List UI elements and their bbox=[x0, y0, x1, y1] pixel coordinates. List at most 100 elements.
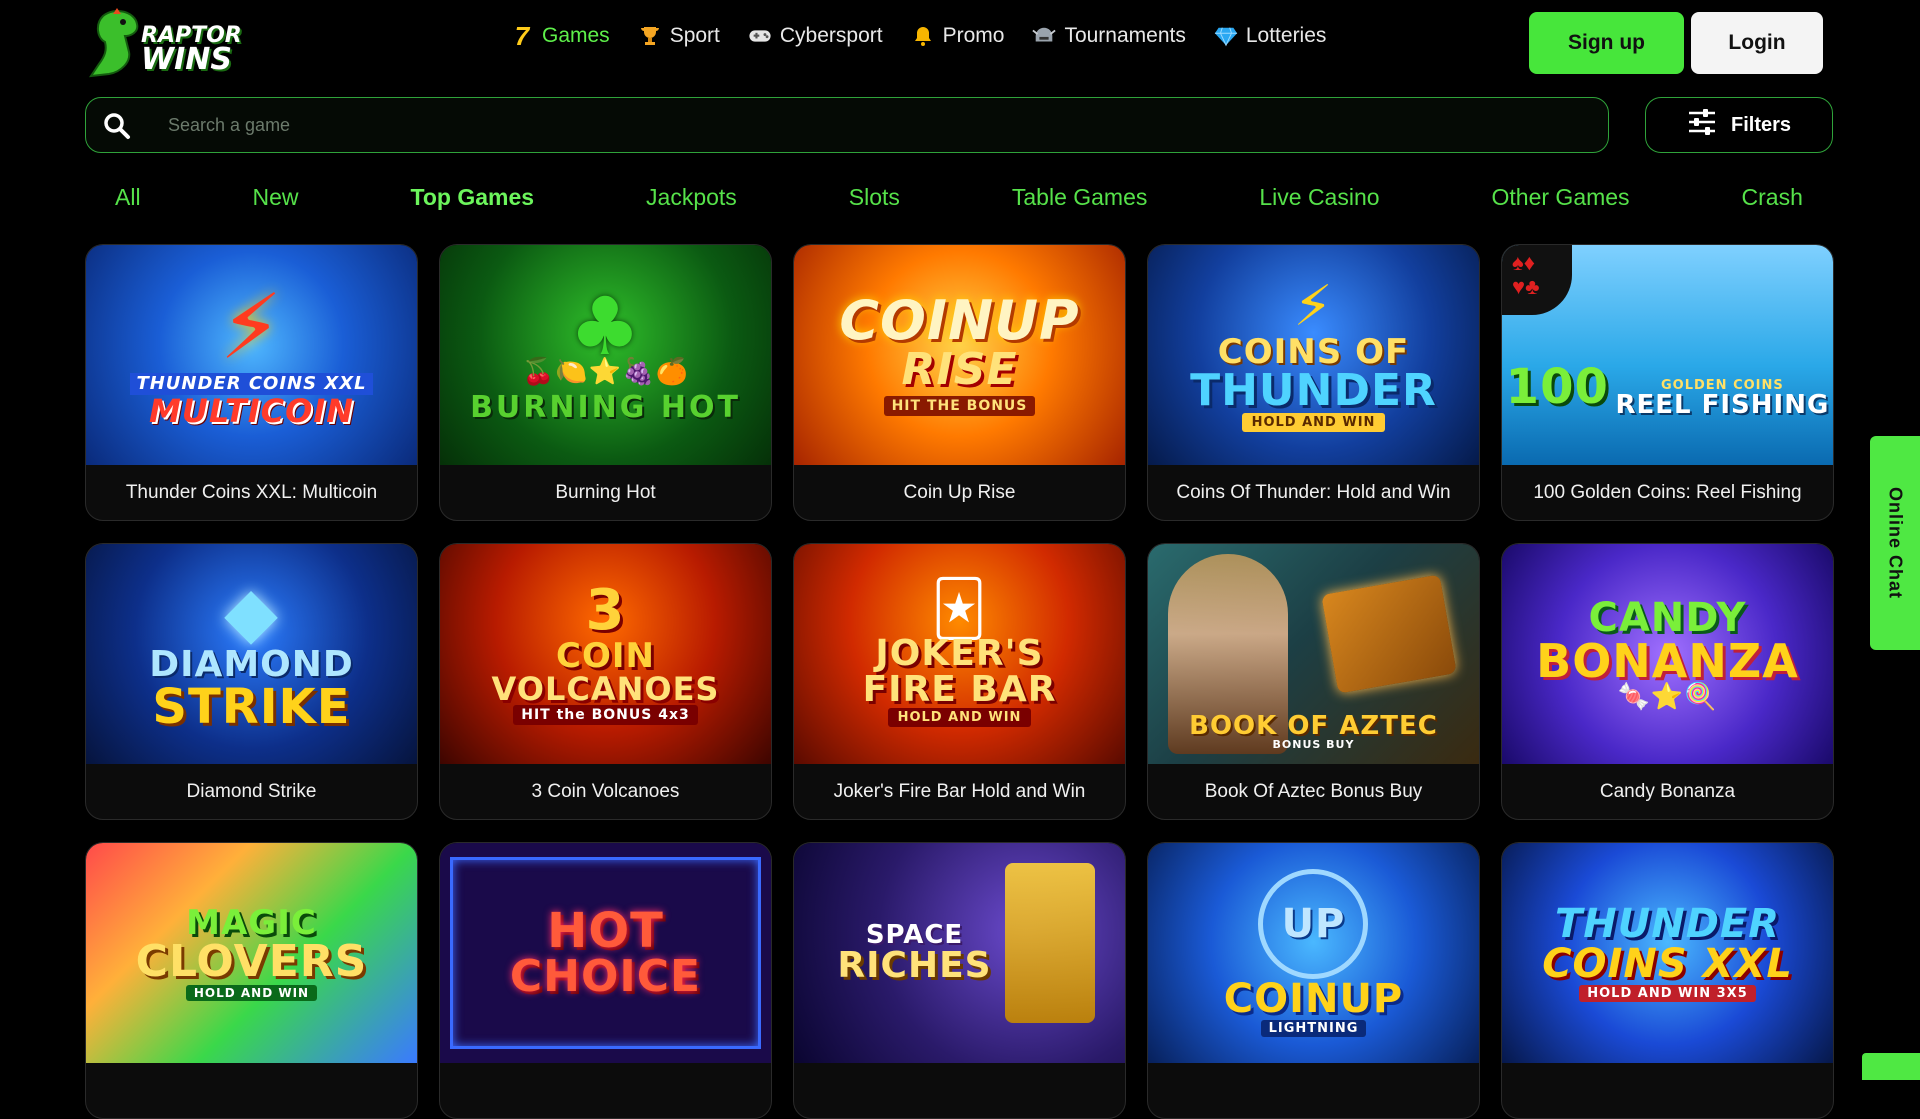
game-title bbox=[1148, 1063, 1479, 1118]
game-art-logo: 3 COIN VOLCANOES HIT the BONUS 4x3 bbox=[491, 578, 720, 725]
game-thumbnail: ⚡ COINS OF THUNDER HOLD AND WIN bbox=[1148, 245, 1479, 465]
search-bar bbox=[85, 97, 1609, 153]
game-title bbox=[86, 1063, 417, 1118]
game-title: Joker's Fire Bar Hold and Win bbox=[833, 780, 1086, 802]
game-art-logo: COINUP RISE HIT THE BONUS bbox=[839, 289, 1080, 416]
game-card[interactable]: 100 GOLDEN COINS REEL FISHING ♠♦ ♥♣ 100 G… bbox=[1501, 244, 1834, 521]
game-art-logo: CANDY BONANZA 🍬⭐🍭 bbox=[1536, 595, 1799, 712]
game-thumbnail: 🃏 JOKER'S FIRE BAR HOLD AND WIN bbox=[794, 544, 1125, 764]
game-art-logo: ♣ 🍒🍋⭐🍇🍊 BURNING HOT bbox=[470, 280, 741, 425]
game-card[interactable]: BOOK OF AZTEC BONUS BUY Book Of Aztec Bo… bbox=[1147, 543, 1480, 820]
game-title: Coin Up Rise bbox=[903, 481, 1016, 503]
coin-tower bbox=[1005, 863, 1095, 1023]
game-card[interactable]: ⚡ THUNDER COINS XXL MULTICOIN Thunder Co… bbox=[85, 244, 418, 521]
game-thumbnail: CANDY BONANZA 🍬⭐🍭 bbox=[1502, 544, 1833, 764]
game-art-logo: BOOK OF AZTEC BONUS BUY bbox=[1189, 711, 1438, 751]
tab-top-games[interactable]: Top Games bbox=[411, 184, 535, 211]
game-thumbnail: THUNDER COINS XXL HOLD AND WIN 3X5 bbox=[1502, 843, 1833, 1063]
tab-jackpots[interactable]: Jackpots bbox=[646, 184, 737, 211]
game-thumbnail: ⚡ THUNDER COINS XXL MULTICOIN bbox=[86, 245, 417, 465]
game-thumbnail: ♣ 🍒🍋⭐🍇🍊 BURNING HOT bbox=[440, 245, 771, 465]
nav-cybersport[interactable]: Cybersport bbox=[748, 24, 883, 48]
game-card[interactable]: COINUP RISE HIT THE BONUS Coin Up Rise bbox=[793, 244, 1126, 521]
game-title bbox=[794, 1063, 1125, 1118]
tab-table-games[interactable]: Table Games bbox=[1012, 184, 1148, 211]
signup-button[interactable]: Sign up bbox=[1529, 12, 1684, 74]
game-art-logo: MAGIC CLOVERS HOLD AND WIN bbox=[135, 902, 368, 1001]
game-title: Book Of Aztec Bonus Buy bbox=[1204, 780, 1423, 802]
header: RAPTOR WINS 7 Games Sport Cybersport Pro… bbox=[0, 0, 1920, 90]
filters-label: Filters bbox=[1730, 113, 1792, 136]
game-art-logo: ◆ DIAMOND STRIKE bbox=[149, 571, 354, 735]
nav-lotteries[interactable]: Lotteries bbox=[1214, 24, 1327, 48]
card-suits-icon: ♠♦ ♥♣ bbox=[1502, 245, 1572, 315]
tab-slots[interactable]: Slots bbox=[849, 184, 900, 211]
tab-other-games[interactable]: Other Games bbox=[1492, 184, 1630, 211]
game-art-logo: SPACE RICHES bbox=[837, 920, 992, 986]
game-thumbnail: SPACE RICHES bbox=[794, 843, 1125, 1063]
book-icon bbox=[1321, 574, 1457, 694]
category-tabs: All New Top Games Jackpots Slots Table G… bbox=[85, 184, 1833, 211]
fruit-row: 🍒🍋⭐🍇🍊 bbox=[522, 357, 689, 387]
filters-button[interactable]: Filters bbox=[1645, 97, 1833, 153]
nav-lotteries-label: Lotteries bbox=[1245, 24, 1327, 47]
game-card[interactable]: ⚡ COINS OF THUNDER HOLD AND WIN Coins Of… bbox=[1147, 244, 1480, 521]
raptor-wins-logo[interactable]: RAPTOR WINS bbox=[85, 6, 255, 80]
tab-crash[interactable]: Crash bbox=[1742, 184, 1803, 211]
main-nav: 7 Games Sport Cybersport Promo Tournamen… bbox=[510, 20, 1327, 51]
diamond-icon bbox=[1214, 24, 1238, 48]
game-card[interactable]: MAGIC CLOVERS HOLD AND WIN bbox=[85, 842, 418, 1119]
game-card[interactable]: THUNDER COINS XXL HOLD AND WIN 3X5 bbox=[1501, 842, 1834, 1119]
game-art-logo: 🃏 JOKER'S FIRE BAR HOLD AND WIN bbox=[862, 576, 1057, 727]
nav-cybersport-label: Cybersport bbox=[779, 24, 883, 47]
nav-sport[interactable]: Sport bbox=[638, 24, 720, 48]
nav-games-label: Games bbox=[542, 24, 610, 47]
trophy-icon bbox=[638, 24, 662, 48]
tab-new[interactable]: New bbox=[253, 184, 299, 211]
game-title: Thunder Coins XXL: Multicoin bbox=[125, 481, 378, 503]
game-card[interactable]: SPACE RICHES bbox=[793, 842, 1126, 1119]
game-thumbnail: 100 GOLDEN COINS REEL FISHING ♠♦ ♥♣ bbox=[1502, 245, 1833, 465]
game-thumbnail: COINUP RISE HIT THE BONUS bbox=[794, 245, 1125, 465]
game-title bbox=[440, 1063, 771, 1118]
nav-promo-label: Promo bbox=[942, 24, 1005, 47]
nav-promo[interactable]: Promo bbox=[911, 24, 1005, 48]
nav-sport-label: Sport bbox=[669, 24, 720, 47]
game-title bbox=[1502, 1063, 1833, 1118]
game-thumbnail: 3 COIN VOLCANOES HIT the BONUS 4x3 bbox=[440, 544, 771, 764]
sliders-icon bbox=[1687, 108, 1717, 142]
game-grid: ⚡ THUNDER COINS XXL MULTICOIN Thunder Co… bbox=[85, 244, 1835, 1119]
game-thumbnail: BOOK OF AZTEC BONUS BUY bbox=[1148, 544, 1479, 764]
game-card[interactable]: 3 COIN VOLCANOES HIT the BONUS 4x3 3 Coi… bbox=[439, 543, 772, 820]
game-card[interactable]: HOT CHOICE bbox=[439, 842, 772, 1119]
online-chat-button[interactable]: Online Chat bbox=[1870, 436, 1920, 650]
game-title: 3 Coin Volcanoes bbox=[531, 780, 680, 802]
helmet-icon bbox=[1032, 24, 1057, 48]
gamepad-icon bbox=[748, 24, 772, 48]
seven-icon: 7 bbox=[514, 20, 530, 51]
game-card[interactable]: CANDY BONANZA 🍬⭐🍭 Candy Bonanza bbox=[1501, 543, 1834, 820]
login-button[interactable]: Login bbox=[1691, 12, 1823, 74]
nav-games[interactable]: 7 Games bbox=[510, 20, 610, 51]
search-icon[interactable] bbox=[102, 111, 132, 146]
game-title: Candy Bonanza bbox=[1599, 780, 1736, 802]
game-card[interactable]: UP COINUP LIGHTNING bbox=[1147, 842, 1480, 1119]
tab-all[interactable]: All bbox=[115, 184, 141, 211]
game-art-logo: HOT CHOICE bbox=[509, 903, 702, 1002]
logo-line-2: WINS bbox=[141, 42, 232, 77]
search-input[interactable] bbox=[166, 98, 1570, 153]
game-art-logo: ⚡ THUNDER COINS XXL MULTICOIN bbox=[130, 283, 373, 427]
game-art-logo: UP COINUP LIGHTNING bbox=[1224, 869, 1404, 1037]
nav-tournaments-label: Tournaments bbox=[1064, 24, 1186, 47]
joker-icon: 🃏 bbox=[931, 576, 988, 640]
logo-wordmark: RAPTOR WINS bbox=[141, 24, 242, 77]
game-card[interactable]: ◆ DIAMOND STRIKE Diamond Strike bbox=[85, 543, 418, 820]
tab-live-casino[interactable]: Live Casino bbox=[1259, 184, 1379, 211]
scroll-top-button[interactable] bbox=[1862, 1053, 1920, 1080]
nav-tournaments[interactable]: Tournaments bbox=[1032, 24, 1186, 48]
game-title: Burning Hot bbox=[555, 481, 656, 503]
game-art-logo: 100 GOLDEN COINS REEL FISHING bbox=[1505, 358, 1830, 420]
game-card[interactable]: ♣ 🍒🍋⭐🍇🍊 BURNING HOT Burning Hot bbox=[439, 244, 772, 521]
game-thumbnail: MAGIC CLOVERS HOLD AND WIN bbox=[86, 843, 417, 1063]
game-card[interactable]: 🃏 JOKER'S FIRE BAR HOLD AND WIN Joker's … bbox=[793, 543, 1126, 820]
